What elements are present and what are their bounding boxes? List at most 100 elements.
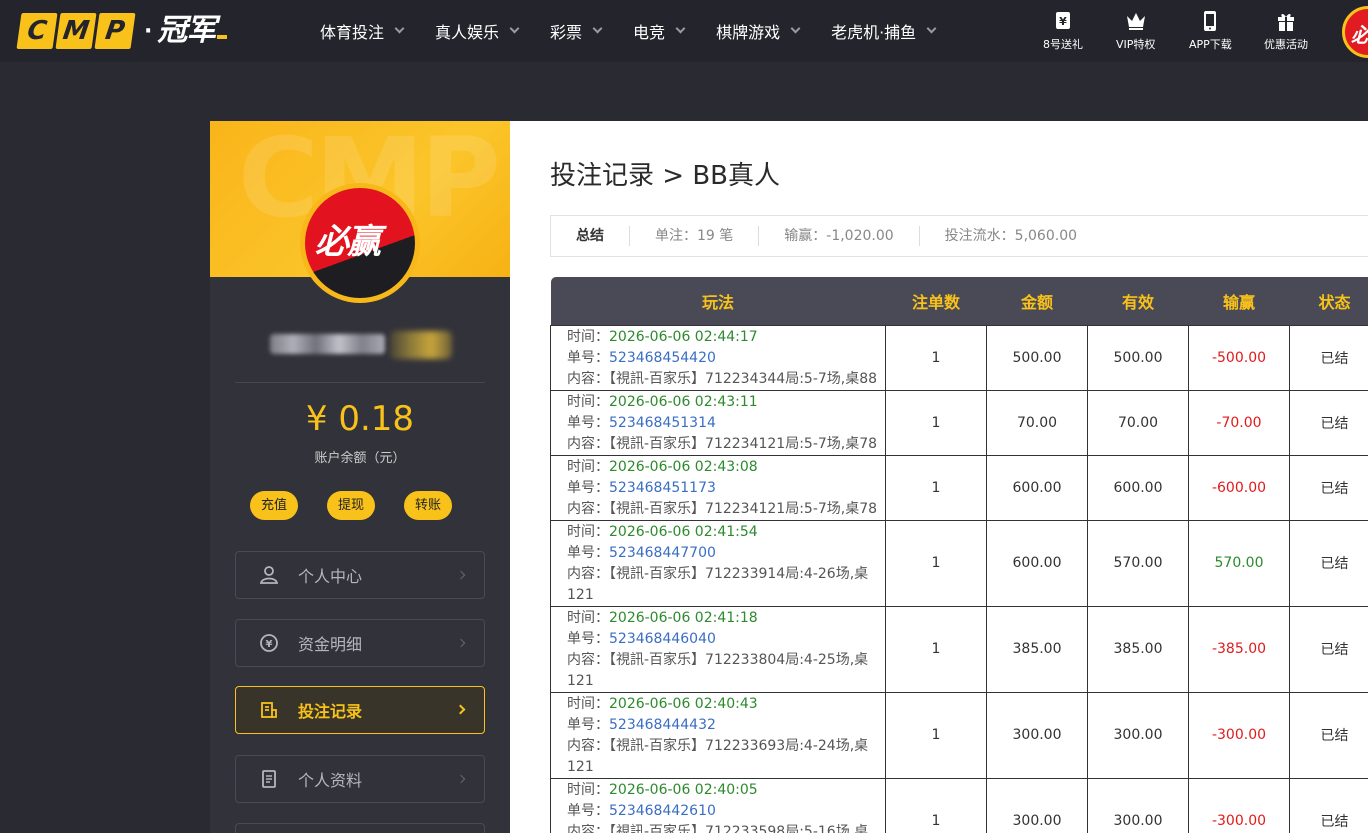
time-label: 时间：: [567, 393, 609, 410]
bet-time: 2026-06-06 02:44:17: [609, 328, 758, 345]
nav-label: 棋牌游戏: [716, 23, 781, 42]
id-label: 单号：: [567, 802, 609, 819]
nav-slots-fishing[interactable]: 老虎机·捕鱼: [831, 19, 937, 43]
sidebar-item-personal-center[interactable]: 个人中心: [235, 551, 485, 599]
summary-label: 总结: [551, 226, 630, 246]
table-row: 时间：2026-06-06 02:41:54 单号：523468447700 内容：…: [550, 519, 1368, 607]
account-sidebar: CMP 必赢 ¥ 0.18 账户余额（元） 充值 提现 转账 个人中心 ¥ 资金…: [210, 121, 510, 833]
profile-doc-icon: [258, 768, 280, 790]
id-label: 单号：: [567, 716, 609, 733]
content-label: 内容：: [567, 823, 609, 833]
gift-icon: [1278, 13, 1294, 31]
quick-link-vip[interactable]: VIP特权: [1116, 10, 1155, 52]
chevron-down-icon: [675, 23, 686, 34]
summary-win-loss: 输赢：-1,020.00: [759, 226, 920, 246]
yen-gift-icon: ¥: [1056, 12, 1070, 29]
column-header-count: 注单数: [885, 277, 987, 325]
cell-valid: 600.00: [1087, 454, 1189, 521]
cell-valid: 500.00: [1087, 324, 1189, 391]
quick-link-app[interactable]: APP下载: [1189, 10, 1232, 52]
sidebar-item-fund-details[interactable]: ¥ 资金明细: [235, 619, 485, 667]
chevron-right-icon: [456, 638, 466, 648]
cell-status: 已结: [1289, 454, 1368, 521]
bet-content-line: 内容：【視訊-百家乐】712233804局:4-25场,桌121: [567, 650, 879, 692]
column-header-amount: 金额: [986, 277, 1088, 325]
bet-id-link[interactable]: 523468447700: [609, 545, 716, 561]
table-row: 时间：2026-06-06 02:40:43 单号：523468444432 内容：…: [550, 691, 1368, 779]
bet-content-line: 内容：【視訊-百家乐】712233598局:5-16场,桌60: [567, 822, 879, 833]
cell-winloss: 570.00: [1188, 519, 1290, 607]
bet-content: 【視訊-百家乐】712233598局:5-16场,桌60: [609, 823, 869, 833]
bet-content-line: 内容：【視訊-百家乐】712234344局:5-7场,桌88: [567, 369, 879, 390]
bet-content: 【視訊-百家乐】712233914局:4-26场,桌121: [567, 565, 869, 603]
bet-id-link[interactable]: 523468446040: [609, 631, 716, 647]
bet-id-link[interactable]: 523468451173: [609, 480, 716, 496]
page-title: 投注记录 > BB真人: [550, 161, 780, 191]
nav-sports[interactable]: 体育投注: [320, 19, 405, 43]
cell-count: 1: [885, 777, 987, 833]
profile-avatar[interactable]: 必赢: [300, 183, 420, 303]
quick-link-promotions[interactable]: 优惠活动: [1264, 10, 1308, 52]
cell-count: 1: [885, 605, 987, 693]
main-nav: 体育投注 真人娱乐 彩票 电竞 棋牌游戏 老虎机·捕鱼: [320, 0, 967, 62]
cell-status: 已结: [1289, 605, 1368, 693]
sidebar-item-profile[interactable]: 个人资料: [235, 755, 485, 803]
logo-letter-c: C: [16, 13, 58, 49]
bet-id-link[interactable]: 523468454420: [609, 350, 716, 366]
content-label: 内容：: [567, 651, 609, 668]
bet-content-line: 内容：【視訊-百家乐】712234121局:5-7场,桌78: [567, 499, 879, 520]
chevron-right-icon: [456, 570, 466, 580]
bet-records-table: 玩法 注单数 金额 有效 输赢 状态 时间： 2026-06-06 02:44:1…: [550, 277, 1368, 833]
id-label: 单号：: [567, 630, 609, 647]
cell-winloss: -70.00: [1188, 389, 1290, 456]
bet-id-link[interactable]: 523468444432: [609, 717, 716, 733]
bet-id-line: 单号：523468442610: [567, 801, 879, 822]
cell-amount: 600.00: [986, 454, 1088, 521]
table-header-row: 玩法 注单数 金额 有效 输赢 状态: [550, 277, 1368, 325]
quick-link-label: APP下载: [1189, 38, 1232, 51]
divider: [235, 382, 485, 383]
cell-count: 1: [885, 519, 987, 607]
id-label: 单号：: [567, 414, 609, 431]
user-icon: [258, 564, 280, 586]
cell-amount: 300.00: [986, 691, 1088, 779]
cell-play: 时间：2026-06-06 02:41:54 单号：523468447700 内容：…: [550, 519, 886, 607]
bet-time: 2026-06-06 02:43:08: [609, 458, 758, 475]
bet-id-line: 单号：523468451314: [567, 413, 879, 434]
bet-id-line: 单号：523468446040: [567, 629, 879, 650]
bet-content-line: 内容：【視訊-百家乐】712233914局:4-26场,桌121: [567, 564, 879, 606]
crown-icon: [1126, 13, 1145, 30]
column-header-valid: 有效: [1087, 277, 1189, 325]
time-label: 时间：: [567, 523, 609, 540]
nav-live-casino[interactable]: 真人娱乐: [435, 19, 520, 43]
bet-id-link[interactable]: 523468442610: [609, 803, 716, 819]
sidebar-item-bet-records[interactable]: 投注记录: [235, 686, 485, 734]
bet-time-line: 时间：2026-06-06 02:41:18: [567, 608, 879, 629]
sidebar-item-more[interactable]: [235, 823, 485, 833]
column-header-play: 玩法: [550, 277, 886, 325]
main-content: 投注记录 > BB真人 总结 单注：19 笔 输赢：-1,020.00 投注流水…: [510, 121, 1368, 833]
user-avatar[interactable]: 必: [1342, 6, 1368, 58]
bet-content: 【視訊-百家乐】712234121局:5-7场,桌78: [609, 435, 878, 452]
nav-card-games[interactable]: 棋牌游戏: [716, 19, 801, 43]
quick-link-gift-8[interactable]: ¥ 8号送礼: [1043, 10, 1083, 52]
deposit-button[interactable]: 充值: [250, 491, 299, 520]
table-row: 时间：2026-06-06 02:43:11 单号：523468451314 内容：…: [550, 389, 1368, 456]
cell-count: 1: [885, 454, 987, 521]
cell-status: 已结: [1289, 324, 1368, 391]
time-label: 时间：: [567, 695, 609, 712]
site-logo[interactable]: C M P · 冠军: [16, 13, 228, 49]
cell-play: 时间：2026-06-06 02:40:05 单号：523468442610 内容：…: [550, 777, 886, 833]
bet-id-link[interactable]: 523468451314: [609, 415, 716, 431]
transfer-button[interactable]: 转账: [404, 491, 453, 520]
nav-lottery[interactable]: 彩票: [550, 19, 603, 43]
nav-esports[interactable]: 电竞: [633, 19, 686, 43]
bet-time-line: 时间：2026-06-06 02:40:05: [567, 780, 879, 801]
cell-winloss: -300.00: [1188, 691, 1290, 779]
logo-dot: ·: [144, 18, 153, 44]
bet-time: 2026-06-06 02:41:54: [609, 523, 758, 540]
sidebar-item-label: 个人资料: [298, 771, 363, 790]
cell-amount: 600.00: [986, 519, 1088, 607]
chevron-down-icon: [509, 23, 520, 34]
withdraw-button[interactable]: 提现: [327, 491, 376, 520]
